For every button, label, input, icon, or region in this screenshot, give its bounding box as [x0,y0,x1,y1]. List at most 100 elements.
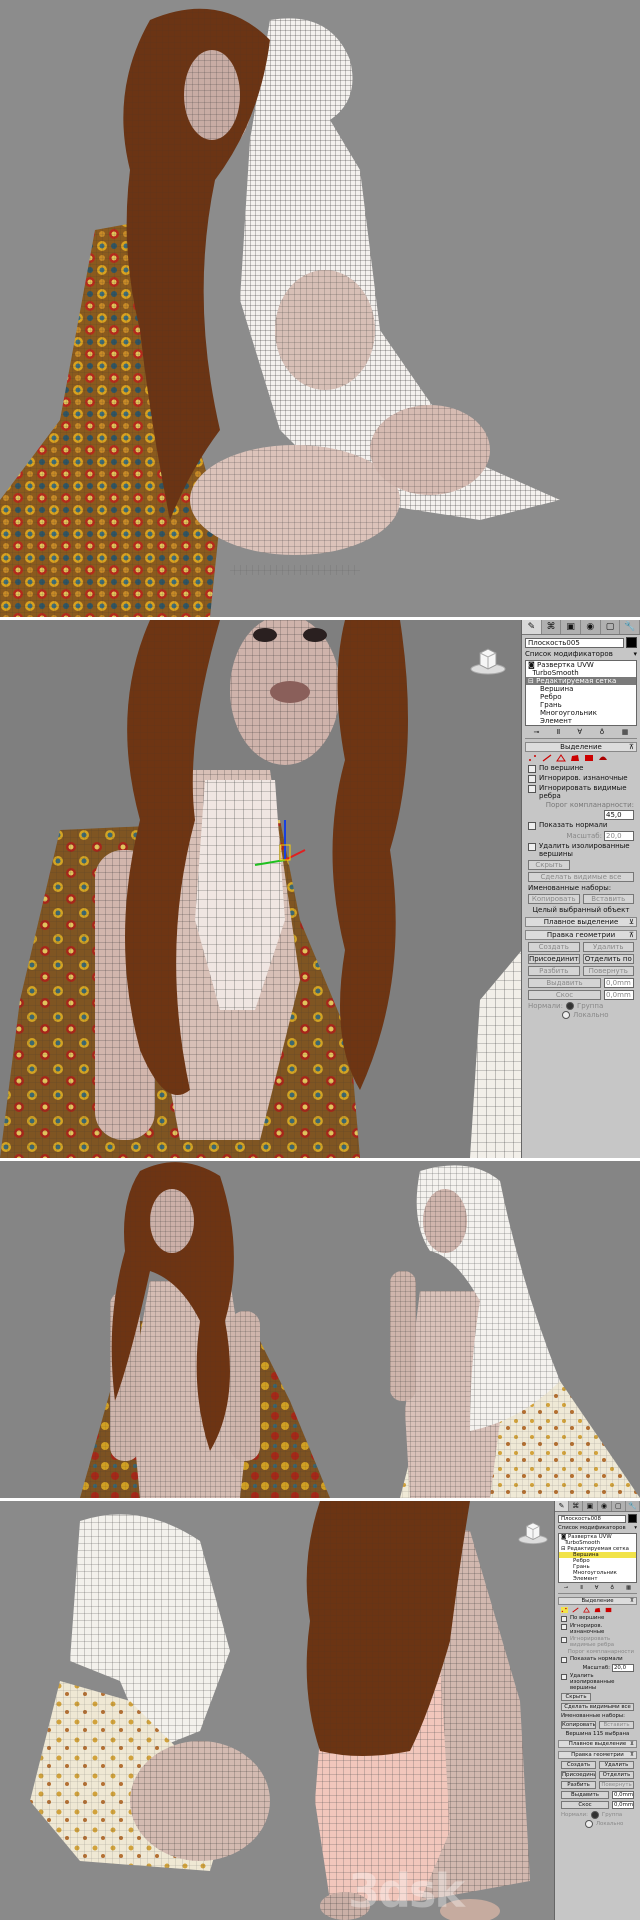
face-mode-icon[interactable] [583,1607,590,1613]
copy-button[interactable]: Копировать [528,894,580,904]
scale-spinner[interactable]: 20,0 [612,1664,634,1672]
create-button[interactable]: Создать [528,942,580,952]
viewcube-icon[interactable] [518,1519,548,1545]
modifier-list-dropdown[interactable]: Список модификаторов ▾ [558,1525,637,1531]
pin-stack-icon[interactable]: ⊸ [534,728,540,736]
remove-modifier-icon[interactable]: ♁ [599,728,604,736]
vertex-mode-icon[interactable] [528,754,538,762]
element-mode-icon[interactable] [584,754,594,762]
hide-button[interactable]: Скрыть [561,1693,591,1701]
extrude-button[interactable]: Выдавить [561,1791,609,1799]
scale-spinner[interactable]: 20,0 [604,831,634,841]
rollout-soft-selection-header[interactable]: Плавное выделение ⊻ [525,917,637,927]
pin-stack-icon[interactable]: ⊸ [564,1585,569,1591]
rollout-selection-header[interactable]: Выделение ⊼ [558,1597,637,1605]
object-name-field[interactable]: Плоскость005 [525,637,624,648]
rollout-edit-geometry-header[interactable]: Правка геометрии ⊼ [525,930,637,940]
ignore-visible-edges-checkbox[interactable]: Игнорировать видимые ребра [528,784,634,800]
extrude-spinner[interactable]: 0,0mm [612,1791,634,1799]
stack-item-vertex[interactable]: Вершина [526,685,636,693]
hide-button[interactable]: Скрыть [528,860,570,870]
modifier-stack[interactable]: ◙ Развертка UVW TurboSmooth ⊟ Редактируе… [525,660,637,726]
ignore-backfacing-checkbox[interactable]: Игнориров. изнаночные [561,1623,634,1635]
delete-button[interactable]: Удалить [599,1761,634,1769]
object-name-field[interactable]: Плоскость008 [558,1514,626,1523]
delete-button[interactable]: Удалить [582,942,634,952]
tab-modify[interactable]: ⌘ [542,620,562,634]
paste-button[interactable]: Вставить [599,1721,634,1729]
viewport-1[interactable] [0,0,640,617]
edge-mode-icon[interactable] [572,1607,579,1613]
rollout-soft-selection-header[interactable]: Плавное выделение ⊻ [558,1740,637,1748]
bevel-spinner[interactable]: 0,0mm [612,1801,634,1809]
delete-isolated-checkbox[interactable]: Удалить изолированные вершины [528,842,634,858]
viewport-2[interactable] [0,620,522,1158]
polygon-mode-icon[interactable] [570,754,580,762]
configure-sets-icon[interactable]: ▦ [626,1585,631,1591]
extrude-spinner[interactable]: 0,0mm [604,978,634,988]
by-vertex-checkbox[interactable]: По вершине [528,764,634,773]
stack-item-element[interactable]: Элемент [526,717,636,725]
vertex-mode-icon[interactable] [561,1607,568,1613]
stack-item-edge[interactable]: Ребро [526,693,636,701]
unhide-all-button[interactable]: Сделать видимые все [528,872,634,882]
bevel-button[interactable]: Скос [528,990,601,1000]
object-color-swatch[interactable] [626,637,637,648]
modifier-stack[interactable]: ◙ Развертка UVW TurboSmooth ⊟ Редактируе… [558,1533,637,1583]
stack-item-face[interactable]: Грань [526,701,636,709]
mesh-mode-icon[interactable] [598,754,608,762]
show-end-result-icon[interactable]: Ⅱ [580,1585,583,1591]
normal-local-radio[interactable]: Локально [561,1820,634,1828]
stack-item-polygon[interactable]: Многоугольник [526,709,636,717]
stack-item-turbosmooth[interactable]: TurboSmooth [526,669,636,677]
configure-sets-icon[interactable]: ▦ [622,728,629,736]
tab-motion[interactable]: ◉ [598,1501,612,1511]
remove-modifier-icon[interactable]: ♁ [610,1585,614,1591]
object-color-swatch[interactable] [628,1514,637,1523]
copy-button[interactable]: Копировать [561,1721,596,1729]
extrude-button[interactable]: Выдавить [528,978,601,988]
break-button[interactable]: Разбить [561,1781,596,1789]
viewport-4[interactable]: 3dsk [0,1501,555,1920]
rollout-edit-geometry-header[interactable]: Правка геометрии ⊼ [558,1751,637,1759]
viewport-3[interactable] [0,1161,640,1498]
break-button[interactable]: Разбить [528,966,580,976]
turn-button[interactable]: Повернуть [599,1781,634,1789]
paste-button[interactable]: Вставить [582,894,634,904]
tab-create[interactable]: ✎ [555,1501,570,1511]
detach-button[interactable]: Отделить по [582,954,634,964]
tab-utilities[interactable]: 🔧 [626,1501,640,1511]
face-mode-icon[interactable] [556,754,566,762]
bevel-spinner[interactable]: 0,0mm [604,990,634,1000]
stack-item-element[interactable]: Элемент [559,1576,636,1582]
normal-group-radio[interactable]: Нормали: Группа [528,1002,634,1010]
turn-button[interactable]: Повернуть [582,966,634,976]
attach-button[interactable]: Присоединить [528,954,580,964]
tab-display[interactable]: ▢ [612,1501,626,1511]
unhide-all-button[interactable]: Сделать видимыми все [561,1703,634,1711]
element-mode-icon[interactable] [605,1607,612,1613]
stack-item-editable-mesh[interactable]: ⊟ Редактируемая сетка [526,677,636,685]
bevel-button[interactable]: Скос [561,1801,609,1809]
make-unique-icon[interactable]: ∀ [595,1585,599,1591]
viewcube-icon[interactable] [470,645,506,675]
show-normals-checkbox[interactable]: Показать нормали [528,821,634,830]
modifier-list-dropdown[interactable]: Список модификаторов ▾ [525,650,637,658]
attach-button[interactable]: Присоединить [561,1771,596,1779]
normal-local-radio[interactable]: Локально [528,1011,634,1019]
detach-button[interactable]: Отделить [599,1771,634,1779]
polygon-mode-icon[interactable] [594,1607,601,1613]
make-unique-icon[interactable]: ∀ [577,728,582,736]
create-button[interactable]: Создать [561,1761,596,1769]
tab-modify[interactable]: ⌘ [569,1501,584,1511]
tab-utilities[interactable]: 🔧 [620,620,640,634]
show-end-result-icon[interactable]: Ⅱ [557,728,560,736]
tab-motion[interactable]: ◉ [581,620,601,634]
tab-hierarchy[interactable]: ▣ [583,1501,598,1511]
delete-isolated-checkbox[interactable]: Удалить изолированные вершины [561,1673,634,1691]
edge-mode-icon[interactable] [542,754,552,762]
stack-item-unwrap-uvw[interactable]: ◙ Развертка UVW [526,661,636,669]
tab-display[interactable]: ▢ [601,620,621,634]
tab-hierarchy[interactable]: ▣ [561,620,582,634]
by-vertex-checkbox[interactable]: По вершине [561,1615,634,1622]
